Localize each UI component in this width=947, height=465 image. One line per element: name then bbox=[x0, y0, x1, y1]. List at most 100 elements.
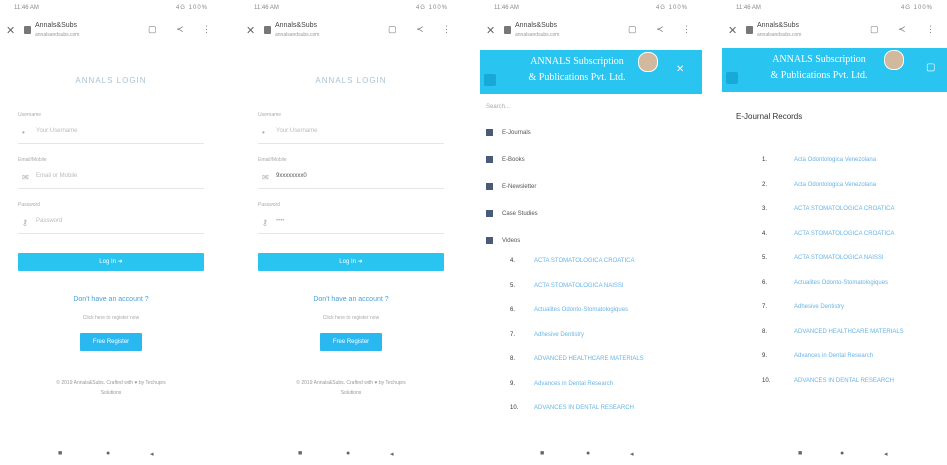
lock-icon bbox=[24, 26, 31, 34]
home-icon[interactable]: ● bbox=[840, 450, 844, 457]
browser-bar: ✕ Annals&Subs annalsandsubs.com ▢ ≺ ⋮ bbox=[240, 18, 462, 48]
menu-search[interactable]: Search... bbox=[486, 104, 510, 110]
no-account-text[interactable]: Don't have an account ? bbox=[240, 296, 462, 303]
login-button[interactable]: Log In ➜ bbox=[18, 253, 204, 271]
phone-login-filled: 11:46 AM 4G 100% ✕ Annals&Subs annalsand… bbox=[240, 0, 462, 465]
browser-bar: ✕ Annals&Subs annalsandsubs.com ▢ ≺ ⋮ bbox=[480, 18, 702, 48]
user-icon: • bbox=[22, 128, 25, 137]
site-title: Annals&Subs bbox=[275, 22, 318, 29]
journal-link[interactable]: Adhesive Dentistry bbox=[534, 331, 654, 340]
brand-banner: ANNALS Subscription & Publications Pvt. … bbox=[480, 50, 702, 94]
journal-link[interactable]: ADVANCES IN DENTAL RESEARCH bbox=[534, 404, 654, 413]
back-icon[interactable]: ◂ bbox=[884, 450, 888, 458]
close-icon[interactable]: ✕ bbox=[246, 24, 255, 37]
share-icon[interactable]: ≺ bbox=[656, 24, 664, 35]
home-icon[interactable] bbox=[726, 72, 738, 84]
journal-link[interactable]: ADVANCES IN DENTAL RESEARCH bbox=[794, 377, 914, 386]
list-item-number: 6. bbox=[762, 279, 768, 286]
bookmark-icon[interactable]: ▢ bbox=[870, 24, 879, 35]
back-icon[interactable]: ◂ bbox=[150, 450, 154, 458]
journal-link[interactable]: ACTA STOMATOLOGICA NAISSI bbox=[534, 282, 654, 291]
avatar[interactable] bbox=[884, 50, 904, 70]
more-icon[interactable]: ⋮ bbox=[442, 24, 451, 35]
more-icon[interactable]: ⋮ bbox=[926, 24, 935, 35]
list-item-number: 7. bbox=[510, 331, 516, 338]
recent-apps-icon[interactable]: ■ bbox=[540, 450, 544, 457]
menu-toggle-icon[interactable]: ▢ bbox=[926, 62, 935, 73]
close-menu-icon[interactable]: ✕ bbox=[676, 64, 684, 75]
phone-login-empty: 11:46 AM 4G 100% ✕ Annals&Subs annalsand… bbox=[0, 0, 222, 465]
journal-link[interactable]: ACTA STOMATOLOGICA CROATICA bbox=[794, 205, 914, 214]
divider bbox=[18, 188, 204, 189]
menu-label: E-Newsletter bbox=[502, 184, 537, 190]
status-time: 11:46 AM bbox=[14, 5, 39, 11]
journal-link[interactable]: Acta Odontologica Venezolana bbox=[794, 156, 914, 165]
home-icon[interactable] bbox=[484, 74, 496, 86]
recent-apps-icon[interactable]: ■ bbox=[298, 450, 302, 457]
no-account-text[interactable]: Don't have an account ? bbox=[0, 296, 222, 303]
journal-link[interactable]: ACTA STOMATOLOGICA CROATICA bbox=[794, 230, 914, 239]
email-field[interactable]: Email/Mobile ✉ 9xxxxxxxx0 bbox=[258, 157, 444, 193]
list-item-number: 6. bbox=[510, 307, 516, 313]
share-icon[interactable]: ≺ bbox=[898, 24, 906, 35]
journal-link[interactable]: Acta Odontologica Venezolana bbox=[794, 181, 914, 190]
back-icon[interactable]: ◂ bbox=[390, 450, 394, 458]
list-item-number: 8. bbox=[510, 356, 516, 362]
home-icon[interactable]: ● bbox=[106, 450, 110, 457]
bookmark-icon[interactable]: ▢ bbox=[628, 24, 637, 35]
close-icon[interactable]: ✕ bbox=[6, 24, 15, 37]
footer: © 2019 Annals&Subs. Crafted with ♥ by Te… bbox=[250, 378, 452, 398]
divider bbox=[18, 143, 204, 144]
recent-apps-icon[interactable]: ■ bbox=[58, 450, 62, 457]
journal-link[interactable]: Advances in Dental Research bbox=[794, 352, 914, 361]
register-button[interactable]: Free Register bbox=[320, 333, 382, 351]
journal-link[interactable]: ACTA STOMATOLOGICA CROATICA bbox=[534, 257, 654, 266]
list-item-number: 5. bbox=[762, 255, 768, 261]
brand-banner: ANNALS Subscription & Publications Pvt. … bbox=[722, 48, 947, 92]
home-icon[interactable]: ● bbox=[346, 450, 350, 457]
status-bar: 11:46 AM 4G 100% bbox=[722, 2, 947, 14]
back-icon[interactable]: ◂ bbox=[630, 450, 634, 458]
home-icon[interactable]: ● bbox=[586, 450, 590, 457]
journal-link[interactable]: Advances in Dental Research bbox=[534, 380, 654, 389]
menu-label: Case Studies bbox=[502, 211, 538, 217]
list-item-number: 10. bbox=[762, 377, 771, 384]
share-icon[interactable]: ≺ bbox=[416, 24, 424, 35]
recent-apps-icon[interactable]: ■ bbox=[798, 450, 802, 457]
register-button[interactable]: Free Register bbox=[80, 333, 142, 351]
browser-bar: ✕ Annals&Subs annalsandsubs.com ▢ ≺ ⋮ bbox=[722, 18, 947, 48]
email-input[interactable]: Email or Mobile bbox=[36, 173, 77, 179]
bookmark-icon[interactable]: ▢ bbox=[148, 24, 157, 35]
password-label: Password bbox=[258, 202, 280, 208]
journal-link[interactable]: ADVANCED HEALTHCARE MATERIALS bbox=[534, 355, 654, 364]
username-field[interactable]: Username • Your Username bbox=[258, 112, 444, 148]
status-bar: 11:46 AM 4G 100% bbox=[0, 2, 222, 14]
share-icon[interactable]: ≺ bbox=[176, 24, 184, 35]
close-icon[interactable]: ✕ bbox=[728, 24, 737, 37]
more-icon[interactable]: ⋮ bbox=[682, 24, 691, 35]
password-input[interactable]: Password bbox=[36, 218, 62, 224]
email-field[interactable]: Email/Mobile ✉ Email or Mobile bbox=[18, 157, 204, 193]
lock-icon bbox=[746, 26, 753, 34]
username-field[interactable]: Username • Your Username bbox=[18, 112, 204, 148]
more-icon[interactable]: ⋮ bbox=[202, 24, 211, 35]
journal-link[interactable]: Actualites Odonto-Stomatologiques bbox=[794, 279, 914, 288]
list-item-number: 9. bbox=[762, 353, 768, 359]
username-input[interactable]: Your Username bbox=[36, 128, 77, 134]
password-field[interactable]: Password ⚷ Password bbox=[18, 202, 204, 238]
username-input[interactable]: Your Username bbox=[276, 128, 317, 134]
status-icons: 4G 100% bbox=[415, 5, 448, 11]
password-input[interactable]: •••• bbox=[276, 218, 284, 224]
email-input[interactable]: 9xxxxxxxx0 bbox=[276, 173, 307, 179]
avatar[interactable] bbox=[638, 52, 658, 72]
bookmark-icon[interactable]: ▢ bbox=[388, 24, 397, 35]
close-icon[interactable]: ✕ bbox=[486, 24, 495, 37]
list-item-number: 7. bbox=[762, 304, 768, 310]
browser-bar: ✕ Annals&Subs annalsandsubs.com ▢ ≺ ⋮ bbox=[0, 18, 222, 48]
journal-link[interactable]: Actualites Odonto-Stomatologiques bbox=[534, 306, 654, 315]
password-field[interactable]: Password ⚷ •••• bbox=[258, 202, 444, 238]
journal-link[interactable]: ACTA STOMATOLOGICA NAISSI bbox=[794, 254, 914, 263]
journal-link[interactable]: ADVANCED HEALTHCARE MATERIALS bbox=[794, 328, 914, 337]
login-button[interactable]: Log In ➜ bbox=[258, 253, 444, 271]
journal-link[interactable]: Adhesive Dentistry bbox=[794, 303, 914, 312]
